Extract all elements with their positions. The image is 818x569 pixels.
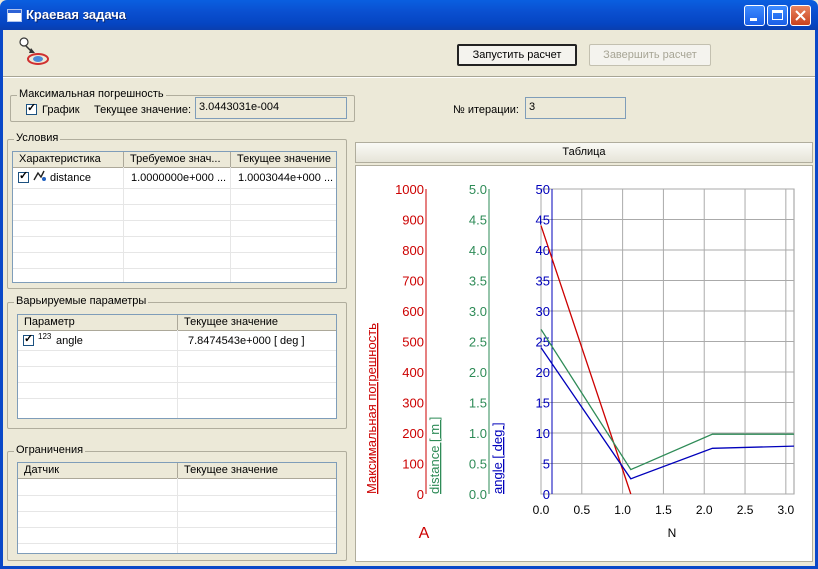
params-table[interactable]: Параметр Текущее значение 123 angle 7.84… (17, 314, 337, 419)
max-error-current-field[interactable]: 3.0443031e-004 (195, 97, 347, 119)
y-tick-label: 25 (536, 335, 550, 350)
axis-group-label: A (419, 525, 430, 542)
x-tick-label: 2.0 (696, 503, 713, 517)
x-axis-label: N (668, 526, 677, 540)
y-tick-label: 10 (536, 426, 550, 441)
y-tick-label: 1000 (395, 182, 424, 197)
constraints-group-label: Ограничения (14, 444, 86, 456)
y-tick-label: 900 (402, 213, 424, 228)
numeric-param-icon: 123 (38, 332, 52, 341)
iteration-label: № итерации: (453, 104, 519, 116)
y-tick-label: 800 (402, 243, 424, 258)
stop-calculation-button[interactable]: Завершить расчет (589, 44, 711, 66)
y-tick-label: 1.5 (469, 396, 487, 411)
title-bar[interactable]: Краевая задача (0, 0, 818, 30)
x-tick-label: 0.0 (533, 503, 550, 517)
y-tick-label: 0.0 (469, 487, 487, 502)
y-tick-label: 15 (536, 396, 550, 411)
column-header-parameter[interactable]: Параметр (18, 315, 178, 330)
param-checkbox[interactable] (23, 333, 34, 346)
y-tick-label: 3.5 (469, 274, 487, 289)
close-icon (795, 10, 806, 21)
y-tick-label: 700 (402, 274, 424, 289)
column-header-current[interactable]: Текущее значение (231, 152, 336, 167)
condition-name: distance (50, 172, 91, 184)
y-tick-label: 2.5 (469, 335, 487, 350)
chart-checkbox-label: График (42, 104, 80, 116)
condition-checkbox[interactable] (18, 170, 29, 183)
table-row[interactable]: 123 angle 7.8474543e+000 [ deg ] (18, 331, 336, 350)
minimize-icon (750, 18, 757, 21)
y-tick-label: 100 (402, 457, 424, 472)
constraints-table[interactable]: Датчик Текущее значение (17, 462, 337, 554)
max-error-group-label: Максимальная погрешность (17, 88, 166, 100)
condition-current-value: 1.0003044e+000 ... (238, 172, 334, 184)
y-tick-label: 400 (402, 365, 424, 380)
series-line-2 (540, 347, 795, 480)
condition-required-value: 1.0000000e+000 ... (131, 172, 227, 184)
varied-params-group-label: Варьируемые параметры (14, 295, 149, 307)
conditions-group-label: Условия (14, 132, 61, 144)
conditions-table[interactable]: Характеристика Требуемое знач... Текущее… (12, 151, 337, 283)
chart-checkbox[interactable] (26, 102, 37, 115)
iteration-field[interactable]: 3 (525, 97, 626, 119)
convergence-chart: 0.0 0.5 1.0 1.5 2.0 2.5 3.0 N 0 100 200 300 400 500 60… (355, 165, 813, 562)
y-tick-label: 3.0 (469, 304, 487, 319)
column-header-required[interactable]: Требуемое знач... (124, 152, 231, 167)
y-tick-label: 300 (402, 396, 424, 411)
table-row[interactable]: distance 1.0000000e+000 ... 1.0003044e+0… (13, 168, 336, 187)
y-tick-label: 5.0 (469, 182, 487, 197)
param-name: angle (56, 335, 83, 347)
y-tick-label: 600 (402, 304, 424, 319)
y-tick-label: 5 (543, 457, 550, 472)
y-tick-label: 30 (536, 304, 550, 319)
y-tick-label: 4.5 (469, 213, 487, 228)
y-tick-label: 200 (402, 426, 424, 441)
y-tick-label: 35 (536, 274, 550, 289)
y-tick-label: 2.0 (469, 365, 487, 380)
window-icon (7, 9, 22, 22)
y-tick-label: 0.5 (469, 457, 487, 472)
tab-table[interactable]: Таблица (355, 142, 813, 163)
y-tick-label: 4.0 (469, 243, 487, 258)
chart-svg: 0.0 0.5 1.0 1.5 2.0 2.5 3.0N010020030040050060… (364, 182, 795, 542)
x-tick-label: 1.5 (655, 503, 672, 517)
toolbar-separator (3, 76, 815, 78)
calculation-icon (19, 37, 49, 65)
run-calculation-button[interactable]: Запустить расчет (457, 44, 577, 66)
param-value: 7.8474543e+000 [ deg ] (188, 335, 305, 347)
maximize-icon (772, 10, 783, 20)
max-error-current-label: Текущее значение: (94, 104, 192, 116)
maximize-button[interactable] (767, 5, 788, 26)
series-line-1 (540, 328, 794, 471)
characteristic-icon (33, 170, 46, 181)
column-header-param-value[interactable]: Текущее значение (178, 315, 336, 330)
constraints-table-header: Датчик Текущее значение (18, 463, 336, 479)
close-button[interactable] (790, 5, 811, 26)
y-axis-label: distance [ m ] (427, 417, 442, 494)
y-tick-label: 1.0 (469, 426, 487, 441)
y-tick-label: 50 (536, 182, 550, 197)
y-axis-label: Максимальная погрешность (364, 323, 379, 494)
params-table-header: Параметр Текущее значение (18, 315, 336, 331)
conditions-table-header: Характеристика Требуемое знач... Текущее… (13, 152, 336, 168)
y-tick-label: 0 (543, 487, 550, 502)
y-tick-label: 20 (536, 365, 550, 380)
minimize-button[interactable] (744, 5, 765, 26)
series-line-0 (540, 225, 632, 495)
window-title: Краевая задача (26, 7, 127, 22)
y-tick-label: 45 (536, 213, 550, 228)
x-tick-label: 0.5 (573, 503, 590, 517)
x-tick-label: 2.5 (737, 503, 754, 517)
y-axis-label: angle [ deg ] (490, 422, 505, 494)
y-tick-label: 0 (417, 487, 424, 502)
column-header-sensor[interactable]: Датчик (18, 463, 178, 478)
x-tick-label: 3.0 (777, 503, 794, 517)
column-header-sensor-value[interactable]: Текущее значение (178, 463, 336, 478)
column-header-characteristic[interactable]: Характеристика (13, 152, 124, 167)
x-tick-label: 1.0 (614, 503, 631, 517)
y-tick-label: 500 (402, 335, 424, 350)
